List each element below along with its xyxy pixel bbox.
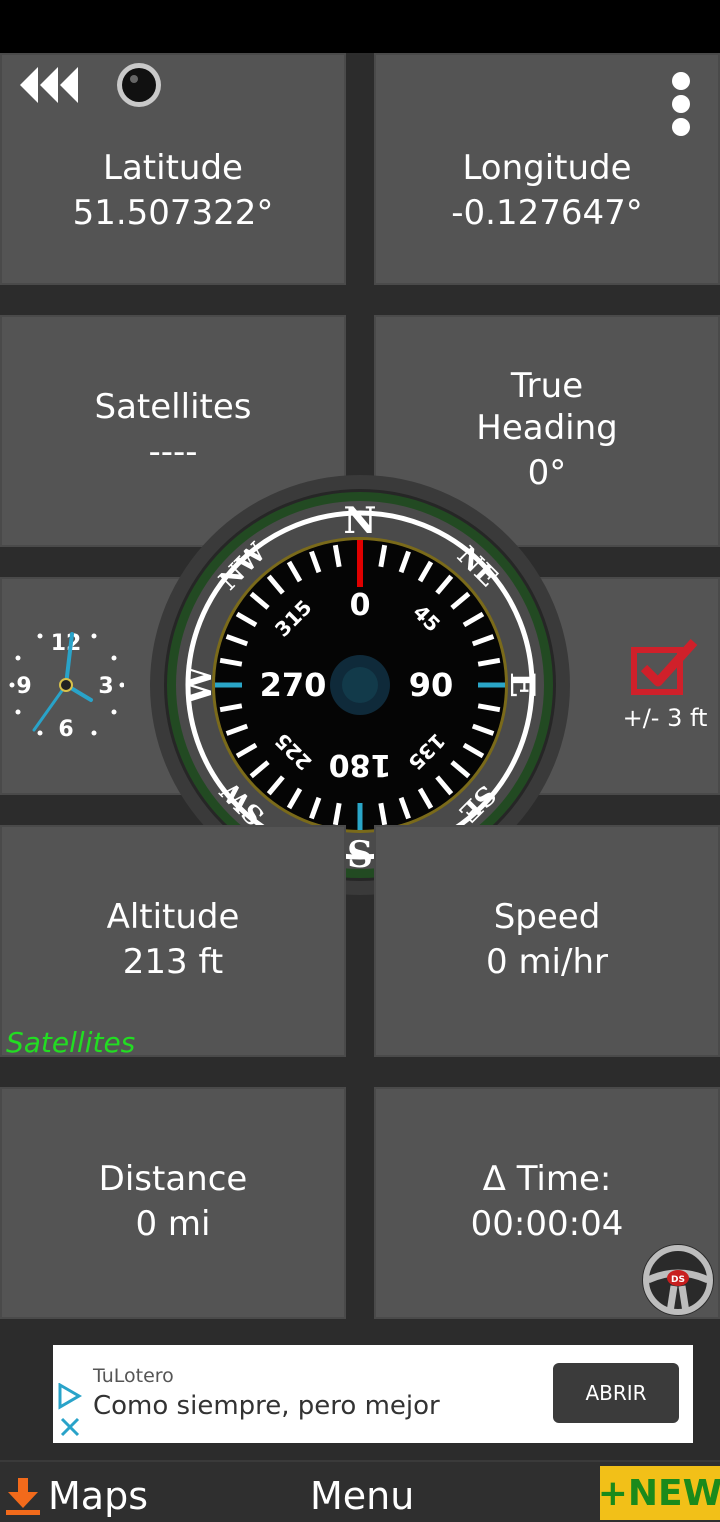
longitude-label: Longitude (462, 148, 632, 188)
clock-icon: 12 3 6 9 (9, 631, 124, 742)
overflow-menu-icon[interactable] (672, 72, 692, 141)
steering-wheel-icon: DS (642, 1244, 714, 1316)
bottom-bar: Maps Menu +NEW (0, 1460, 720, 1522)
latitude-value: 51.507322° (72, 193, 274, 233)
accuracy-indicator[interactable]: +/- 3 ft (610, 638, 720, 732)
steering-wheel-button[interactable]: DS (640, 1242, 716, 1322)
maps-label: Maps (48, 1474, 148, 1518)
longitude-value: -0.127647° (451, 193, 643, 233)
altitude-label: Altitude (106, 897, 240, 937)
compass-e: E (502, 672, 542, 698)
true-heading-label-1: True (510, 366, 584, 406)
latitude-label: Latitude (103, 148, 243, 188)
altitude-tile[interactable]: Altitude 213 ft (0, 825, 346, 1057)
check-icon (631, 638, 698, 695)
speed-tile[interactable]: Speed 0 mi/hr (374, 825, 720, 1057)
ad-open-button[interactable]: ABRIR (553, 1363, 679, 1423)
satellites-value: ---- (148, 432, 198, 472)
distance-value: 0 mi (135, 1204, 211, 1244)
clock-3: 3 (98, 674, 113, 699)
compass-s: S (347, 834, 373, 876)
compass-deg-90: 90 (409, 666, 454, 704)
speed-value: 0 mi/hr (486, 942, 608, 982)
satellites-link[interactable]: Satellites (6, 1026, 135, 1059)
true-heading-label-2: Heading (476, 408, 618, 448)
top-left-icons (18, 62, 162, 108)
accuracy-value: +/- 3 ft (622, 704, 708, 732)
menu-button[interactable]: Menu (310, 1474, 414, 1518)
satellites-label: Satellites (94, 387, 252, 427)
record-icon[interactable] (116, 62, 162, 108)
new-button[interactable]: +NEW (598, 1466, 720, 1520)
compass-deg-0: 0 (350, 588, 371, 623)
maps-button[interactable]: Maps (4, 1474, 148, 1518)
steering-badge: DS (671, 1275, 685, 1285)
compass-w: W (180, 665, 220, 705)
ad-info-icon (58, 1382, 82, 1437)
distance-tile[interactable]: Distance 0 mi (0, 1087, 346, 1319)
ad-choice-icons[interactable] (57, 1382, 83, 1443)
compass-deg-270: 270 (260, 666, 327, 704)
speed-label: Speed (493, 897, 601, 937)
clock-9: 9 (16, 674, 31, 699)
clock-6: 6 (58, 717, 73, 742)
compass-n: N (344, 500, 377, 542)
delta-time-value: 00:00:04 (470, 1204, 624, 1244)
altitude-value: 213 ft (122, 942, 224, 982)
delta-time-label: Δ Time: (482, 1159, 612, 1199)
longitude-tile[interactable]: Longitude -0.127647° (374, 53, 720, 285)
distance-label: Distance (98, 1159, 248, 1199)
back-icon[interactable] (18, 63, 82, 107)
status-bar (0, 0, 720, 53)
download-icon (6, 1478, 40, 1515)
clock-12: 12 (51, 631, 82, 656)
ad-brand: TuLotero (93, 1365, 174, 1387)
compass-deg-180: 180 (329, 747, 392, 782)
ad-banner[interactable]: TuLotero Como siempre, pero mejor ABRIR (53, 1345, 693, 1443)
ad-text: Como siempre, pero mejor (93, 1391, 440, 1421)
